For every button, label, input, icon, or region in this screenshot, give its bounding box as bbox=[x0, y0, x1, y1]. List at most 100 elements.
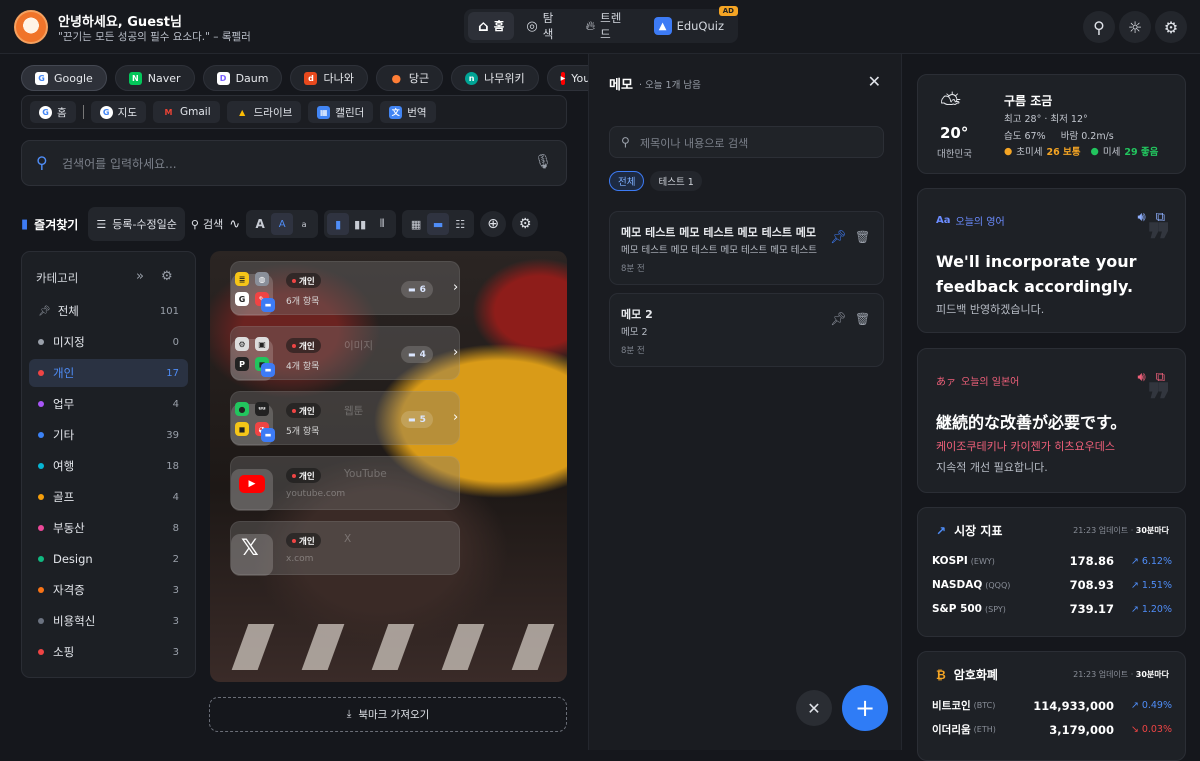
bookmark-card[interactable]: 𝕏 개인 Xx.com bbox=[230, 521, 460, 576]
quick-link-daum[interactable]: D Daum bbox=[202, 65, 283, 91]
font-large-button[interactable]: A bbox=[249, 213, 271, 235]
memo-card[interactable]: 메모 2 메모 2 8분 전 📌︎ 🗑︎ bbox=[609, 293, 884, 367]
google-drive-link[interactable]: ▲ 드라이브 bbox=[226, 101, 302, 123]
pin-icon[interactable]: 📌︎ bbox=[830, 312, 847, 327]
google-maps-link[interactable]: G 지도 bbox=[90, 101, 146, 123]
quick-link-namuwiki[interactable]: n 나무위키 bbox=[451, 65, 539, 91]
sort-dropdown[interactable]: ☰ 등록-수정일순 bbox=[88, 207, 185, 241]
google-icon: G bbox=[39, 105, 52, 119]
chevron-right-icon[interactable]: › bbox=[453, 410, 458, 425]
category-color-dot bbox=[38, 525, 44, 531]
asset-change-value: 6.12% bbox=[1141, 555, 1172, 567]
bookmark-folder-card[interactable]: ≣◍G✎▬개인6개 항목▬6› bbox=[230, 261, 460, 316]
import-bookmarks-button[interactable]: ⤓ 북마크 가져오기 bbox=[209, 697, 567, 732]
bookmark-card[interactable]: ▶ 개인 YouTube youtube.com bbox=[230, 456, 460, 511]
close-memo-button[interactable]: ✕ bbox=[796, 690, 832, 726]
asset-value: 708.93 bbox=[1069, 578, 1114, 592]
list-view-icon[interactable]: ☷ bbox=[449, 213, 471, 235]
google-translate-link[interactable]: 文 번역 bbox=[380, 101, 436, 123]
font-small-button[interactable]: a bbox=[293, 213, 315, 235]
nav-eduquiz[interactable]: ▲ EduQuiz AD bbox=[644, 6, 738, 40]
bookmark-folder-card[interactable]: ●ᵘᵘ◼◕▬개인웹툰5개 항목▬5› bbox=[230, 391, 460, 446]
google-calendar-link[interactable]: ▦ 캘린더 bbox=[308, 101, 374, 123]
trend-up-icon: ↗ bbox=[1130, 555, 1142, 567]
category-label: 비용혁신 bbox=[53, 614, 96, 628]
category-count: 8 bbox=[172, 522, 179, 534]
youtube-icon: ▶ bbox=[239, 475, 265, 493]
bookmark-tag-label: 개인 bbox=[299, 276, 315, 287]
category-item[interactable]: 비용혁신 3 bbox=[29, 607, 188, 635]
copy-icon[interactable]: ⧉ bbox=[1156, 370, 1165, 385]
memo-search-input[interactable] bbox=[640, 131, 875, 155]
bookmark-search-button[interactable]: ⚲ 검색 bbox=[191, 216, 223, 232]
weather-widget[interactable]: ⛅︎ 20° 대한민국 구름 조금 최고 28° · 최저 12° 습도 67%… bbox=[917, 74, 1186, 174]
category-item[interactable]: 기타 39 bbox=[29, 421, 188, 449]
microphone-icon[interactable]: 🎙︎ bbox=[534, 154, 552, 170]
gear-icon[interactable]: ⚙ bbox=[161, 269, 173, 284]
category-item[interactable]: 골프 4 bbox=[29, 483, 188, 511]
add-memo-button[interactable]: + bbox=[842, 685, 888, 731]
memo-tab-all[interactable]: 전체 bbox=[609, 171, 645, 191]
memo-tab-test1[interactable]: 테스트 1 bbox=[650, 171, 702, 191]
category-count: 4 bbox=[172, 398, 179, 410]
nav-trend[interactable]: 🔥︎ 트렌드 bbox=[576, 11, 642, 41]
asset-change: ↗ 1.20% bbox=[1114, 604, 1172, 615]
nav-home[interactable]: ⌂ 홈 bbox=[468, 12, 515, 40]
speaker-icon[interactable]: 🔊︎ bbox=[1138, 210, 1146, 225]
category-item[interactable]: 📌︎ 전체 101 bbox=[29, 297, 188, 325]
add-bookmark-button[interactable]: ⊕ bbox=[480, 211, 507, 237]
category-item[interactable]: 여행 18 bbox=[29, 452, 188, 480]
font-medium-button[interactable]: A bbox=[271, 213, 294, 235]
category-item[interactable]: 자격증 3 bbox=[29, 576, 188, 604]
category-item[interactable]: 부동산 8 bbox=[29, 514, 188, 542]
sort-label: 등록-수정일순 bbox=[112, 218, 177, 231]
pin-icon[interactable]: 📌︎ bbox=[830, 230, 847, 245]
three-column-icon[interactable]: ⦀ bbox=[371, 213, 393, 235]
trash-icon[interactable]: 🗑︎ bbox=[855, 230, 870, 244]
quick-link-naver[interactable]: N Naver bbox=[114, 65, 195, 91]
bookmark-settings-button[interactable]: ⚙ bbox=[512, 211, 539, 237]
gear-icon: ⚙ bbox=[518, 216, 532, 232]
google-icon: G bbox=[35, 71, 48, 85]
memo-card[interactable]: 메모 테스트 메모 테스트 메모 테스트 메모 ... 메모 테스트 메모 테스… bbox=[609, 211, 884, 285]
gmail-link[interactable]: M Gmail bbox=[153, 101, 220, 123]
speaker-icon[interactable]: 🔊︎ bbox=[1138, 370, 1146, 385]
nav-explore[interactable]: ◎ 탐색 bbox=[516, 11, 573, 41]
category-item[interactable]: 소핑 3 bbox=[29, 638, 188, 666]
chevron-right-icon[interactable]: › bbox=[453, 280, 458, 295]
one-column-icon[interactable]: ▮ bbox=[327, 213, 350, 235]
search-icon: ⚲ bbox=[190, 217, 199, 231]
category-item[interactable]: 업무 4 bbox=[29, 390, 188, 418]
trending-up-icon: ↗ bbox=[936, 523, 947, 538]
theme-toggle-button[interactable]: ☼ bbox=[1119, 11, 1151, 43]
quick-link-google[interactable]: G Google bbox=[21, 65, 107, 91]
quick-link-danawa[interactable]: d 다나와 bbox=[290, 65, 368, 91]
sort-icon: ☰ bbox=[96, 217, 107, 231]
collapse-icon[interactable]: » bbox=[136, 269, 144, 284]
daum-icon: D bbox=[216, 71, 230, 85]
asset-ticker: (EWY) bbox=[970, 556, 995, 566]
card-view-icon[interactable]: ▬ bbox=[427, 213, 450, 235]
avatar[interactable] bbox=[14, 10, 48, 44]
quick-link-daangn[interactable]: ● 당근 bbox=[375, 65, 444, 91]
chevron-right-icon[interactable]: › bbox=[453, 345, 458, 360]
close-icon[interactable]: ✕ bbox=[868, 72, 881, 91]
activity-icon[interactable]: ∿ bbox=[229, 217, 240, 232]
category-item[interactable]: 개인 17 bbox=[29, 359, 188, 387]
tag-dot-icon bbox=[292, 538, 296, 543]
trash-icon[interactable]: 🗑︎ bbox=[855, 312, 870, 326]
grid-view-icon[interactable]: ▦ bbox=[405, 213, 427, 235]
category-item[interactable]: Design 2 bbox=[29, 545, 188, 573]
settings-button[interactable]: ⚙ bbox=[1155, 11, 1187, 43]
home-icon: ⌂ bbox=[478, 17, 489, 35]
memo-search: ⚲ bbox=[609, 126, 884, 158]
bookmark-folder-card[interactable]: ⚙▣P◼▬개인이미지4개 항목▬4› bbox=[230, 326, 460, 381]
copy-icon[interactable]: ⧉ bbox=[1156, 210, 1165, 225]
folder-count: 4 bbox=[419, 349, 426, 360]
two-column-icon[interactable]: ▮▮ bbox=[349, 213, 371, 235]
search-input[interactable] bbox=[62, 150, 532, 178]
google-home-link[interactable]: G홈 bbox=[30, 101, 76, 123]
google-services-row: G홈 G 지도 M Gmail ▲ 드라이브 ▦ 캘린더 文 번역 bbox=[21, 95, 567, 129]
category-item[interactable]: 미지정 0 bbox=[29, 328, 188, 356]
user-search-button[interactable]: ⚲ bbox=[1083, 11, 1115, 43]
